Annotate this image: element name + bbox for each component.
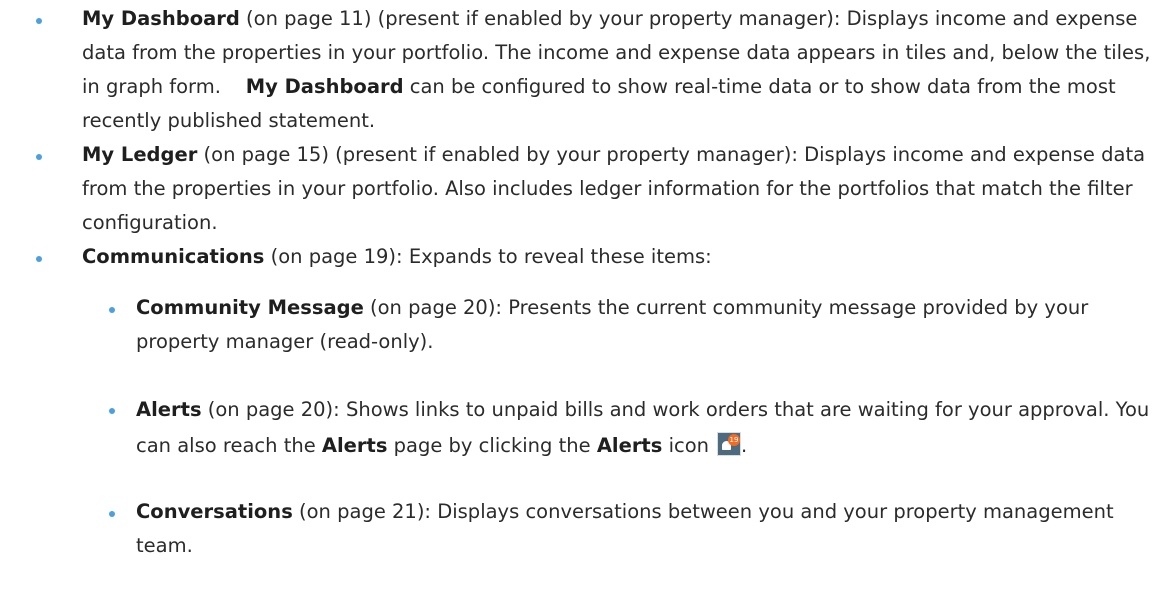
bullet-icon xyxy=(36,154,42,160)
page-reference: (on page 21): xyxy=(299,500,432,523)
alert-count-badge: 19 xyxy=(728,434,740,446)
page-reference: (on page 20): xyxy=(207,398,340,421)
bullet-icon xyxy=(109,511,115,517)
list-item-text: Alerts (on page 20): Shows links to unpa… xyxy=(136,392,1152,464)
page-reference: (on page 15) xyxy=(203,143,329,166)
bold-term: Alerts xyxy=(321,434,388,457)
description-text: icon xyxy=(668,434,709,457)
link-my-dashboard[interactable]: My Dashboard xyxy=(82,7,240,30)
bullet-icon xyxy=(109,307,115,313)
link-community-message[interactable]: Community Message xyxy=(136,296,364,319)
description-text: page by clicking the xyxy=(393,434,591,457)
bullet-icon xyxy=(109,408,115,414)
link-conversations[interactable]: Conversations xyxy=(136,500,293,523)
link-alerts[interactable]: Alerts xyxy=(136,398,202,421)
page-reference: (on page 11) xyxy=(246,7,372,30)
list-item-text: My Dashboard (on page 11) (present if en… xyxy=(82,2,1152,138)
bullet-icon xyxy=(36,256,42,262)
list-item-text: My Ledger (on page 15) (present if enabl… xyxy=(82,138,1152,240)
bold-term: My Dashboard xyxy=(245,75,404,98)
qualifier-text: (present if enabled by your property man… xyxy=(377,7,841,30)
sentence-end: . xyxy=(741,434,748,457)
page-reference: (on page 20): xyxy=(370,296,503,319)
bullet-icon xyxy=(36,18,42,24)
list-item-text: Community Message (on page 20): Presents… xyxy=(136,291,1152,359)
description-text: Expands to reveal these items: xyxy=(408,245,712,268)
page-reference: (on page 19): xyxy=(270,245,403,268)
qualifier-text: (present if enabled by your property man… xyxy=(335,143,798,166)
list-item-text: Communications (on page 19): Expands to … xyxy=(82,240,1152,274)
bold-term: Alerts xyxy=(596,434,663,457)
alerts-bell-icon[interactable]: 19 xyxy=(717,432,741,456)
description-text: can be configured to show real-time data… xyxy=(82,75,1116,132)
link-communications[interactable]: Communications xyxy=(82,245,264,268)
list-item-text: Conversations (on page 21): Displays con… xyxy=(136,495,1152,563)
link-my-ledger[interactable]: My Ledger xyxy=(82,143,197,166)
